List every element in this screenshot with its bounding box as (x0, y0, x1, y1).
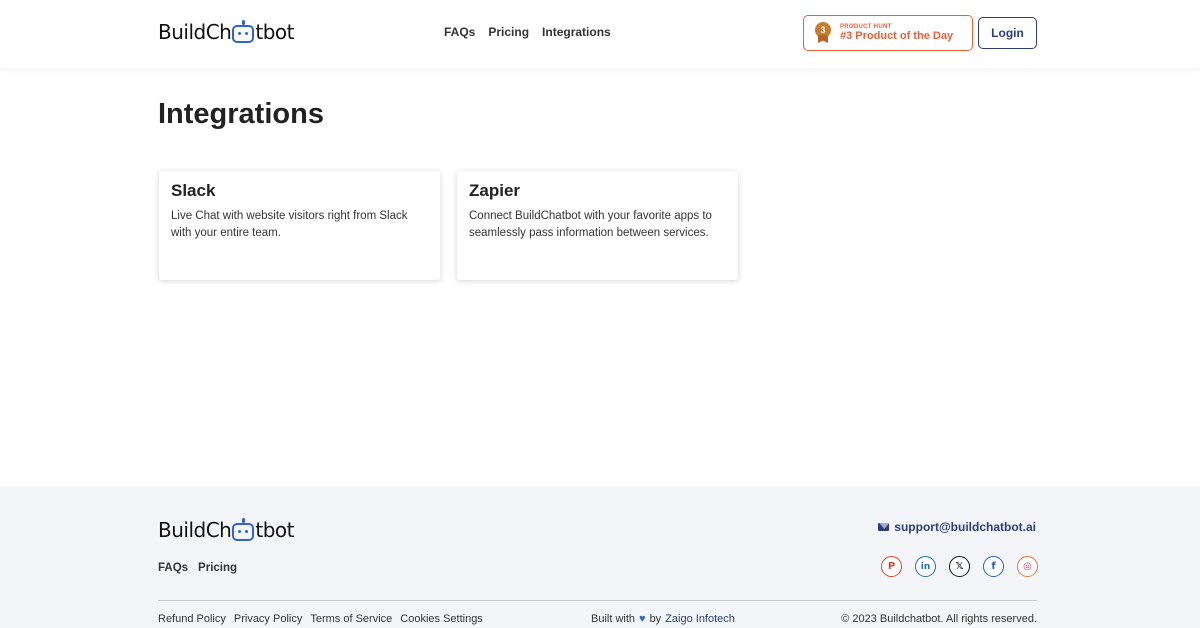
x-twitter-icon[interactable]: 𝕏 (949, 556, 970, 577)
product-hunt-badge[interactable]: 3 PRODUCT HUNT #3 Product of the Day (803, 15, 973, 51)
footer-link-faqs[interactable]: FAQs (158, 562, 188, 574)
integration-card-zapier[interactable]: Zapier Connect BuildChatbot with your fa… (457, 171, 738, 280)
support-email-link[interactable]: support@buildchatbot.ai (894, 520, 1036, 534)
medal-icon: 3 (814, 22, 832, 44)
header-logo[interactable]: BuildCh tbot (158, 20, 294, 44)
login-button[interactable]: Login (978, 17, 1037, 49)
facebook-icon[interactable]: f (983, 556, 1004, 577)
linkedin-icon[interactable]: in (915, 556, 936, 577)
nav-link-faqs[interactable]: FAQs (444, 25, 475, 39)
logo-text-prefix: BuildCh (158, 20, 232, 44)
footer-link-pricing[interactable]: Pricing (198, 562, 237, 574)
chatbot-logo-icon (232, 518, 255, 541)
legal-links: Refund Policy Privacy Policy Terms of Se… (158, 613, 483, 625)
site-footer: BuildCh tbot FAQs Pricing support@buildc… (0, 486, 1200, 628)
support-email: support@buildchatbot.ai (878, 520, 1036, 534)
page-title: Integrations (158, 98, 324, 130)
pinterest-icon[interactable]: P (881, 556, 902, 577)
nav-link-pricing[interactable]: Pricing (488, 25, 529, 39)
logo-text-suffix: tbot (255, 20, 294, 44)
logo-text-prefix: BuildCh (158, 518, 232, 542)
heart-icon: ♥ (639, 613, 646, 625)
zaigo-infotech-link[interactable]: Zaigo Infotech (665, 613, 735, 625)
footer-divider (158, 600, 1037, 601)
main-nav: FAQs Pricing Integrations (444, 25, 611, 39)
logo-text-suffix: tbot (255, 518, 294, 542)
terms-of-service-link[interactable]: Terms of Service (310, 613, 392, 625)
site-header: BuildCh tbot FAQs Pricing Integrations 3… (0, 0, 1200, 68)
social-links: P in 𝕏 f ◎ (881, 556, 1038, 577)
mail-icon (878, 523, 890, 531)
footer-nav: FAQs Pricing (158, 562, 237, 574)
card-description: Live Chat with website visitors right fr… (171, 210, 408, 239)
integration-card-slack[interactable]: Slack Live Chat with website visitors ri… (159, 171, 440, 280)
product-hunt-rank: #3 Product of the Day (840, 30, 954, 42)
cookies-settings-link[interactable]: Cookies Settings (400, 613, 483, 625)
instagram-icon[interactable]: ◎ (1017, 556, 1038, 577)
chatbot-logo-icon (232, 20, 255, 43)
card-title: Slack (171, 181, 216, 200)
card-title: Zapier (469, 181, 521, 200)
built-with-text: Built with (591, 613, 636, 625)
card-description: Connect BuildChatbot with your favorite … (469, 210, 712, 239)
built-with-credit: Built with ♥ by Zaigo Infotech (591, 613, 735, 625)
copyright: © 2023 Buildchatbot. All rights reserved… (841, 613, 1037, 625)
refund-policy-link[interactable]: Refund Policy (158, 613, 226, 625)
footer-logo[interactable]: BuildCh tbot (158, 518, 294, 542)
built-by-text: by (649, 613, 662, 625)
nav-link-integrations[interactable]: Integrations (542, 25, 611, 39)
privacy-policy-link[interactable]: Privacy Policy (234, 613, 302, 625)
